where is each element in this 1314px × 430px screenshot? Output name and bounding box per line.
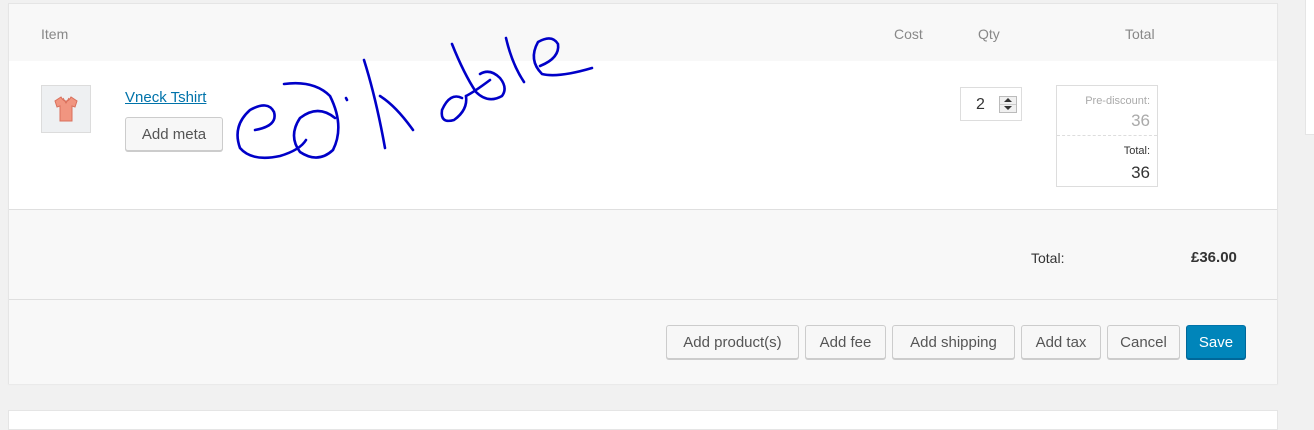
order-total-value: £36.00 bbox=[1191, 249, 1237, 266]
adjacent-sidebar-panel bbox=[1305, 0, 1314, 135]
increment-arrow-icon[interactable] bbox=[1000, 97, 1016, 105]
header-cost: Cost bbox=[894, 26, 923, 42]
decrement-arrow-icon[interactable] bbox=[1000, 105, 1016, 113]
order-total-label: Total: bbox=[1031, 250, 1065, 266]
cancel-button[interactable]: Cancel bbox=[1107, 325, 1180, 359]
product-thumbnail bbox=[41, 85, 91, 133]
order-totals: Total: £36.00 bbox=[9, 210, 1277, 299]
line-total-box[interactable]: Pre-discount: 36 Total: 36 bbox=[1056, 85, 1158, 187]
quantity-input[interactable]: 2 bbox=[960, 87, 1022, 121]
pre-discount-label: Pre-discount: bbox=[1085, 95, 1150, 107]
add-products-button[interactable]: Add product(s) bbox=[666, 325, 799, 359]
table-header: Item Cost Qty Total bbox=[9, 4, 1277, 61]
add-fee-button[interactable]: Add fee bbox=[805, 325, 886, 359]
add-tax-button[interactable]: Add tax bbox=[1021, 325, 1101, 359]
line-total-label: Total: bbox=[1123, 145, 1150, 157]
order-actions-bar: Add product(s) Add fee Add shipping Add … bbox=[9, 300, 1277, 384]
add-meta-button[interactable]: Add meta bbox=[125, 117, 223, 151]
order-items-panel: Item Cost Qty Total Vneck Tshirt Add met… bbox=[8, 3, 1278, 384]
product-name-link[interactable]: Vneck Tshirt bbox=[125, 89, 206, 106]
save-button[interactable]: Save bbox=[1186, 325, 1246, 359]
next-panel bbox=[8, 410, 1278, 430]
header-item: Item bbox=[41, 26, 69, 42]
header-qty: Qty bbox=[978, 26, 1000, 42]
line-total-value[interactable]: 36 bbox=[1131, 163, 1150, 183]
quantity-spinner[interactable] bbox=[999, 96, 1017, 113]
pre-discount-value[interactable]: 36 bbox=[1131, 111, 1150, 131]
add-shipping-button[interactable]: Add shipping bbox=[892, 325, 1015, 359]
quantity-value: 2 bbox=[976, 96, 985, 113]
total-divider bbox=[1057, 135, 1157, 136]
header-total: Total bbox=[1125, 26, 1155, 42]
tshirt-icon bbox=[54, 96, 78, 122]
